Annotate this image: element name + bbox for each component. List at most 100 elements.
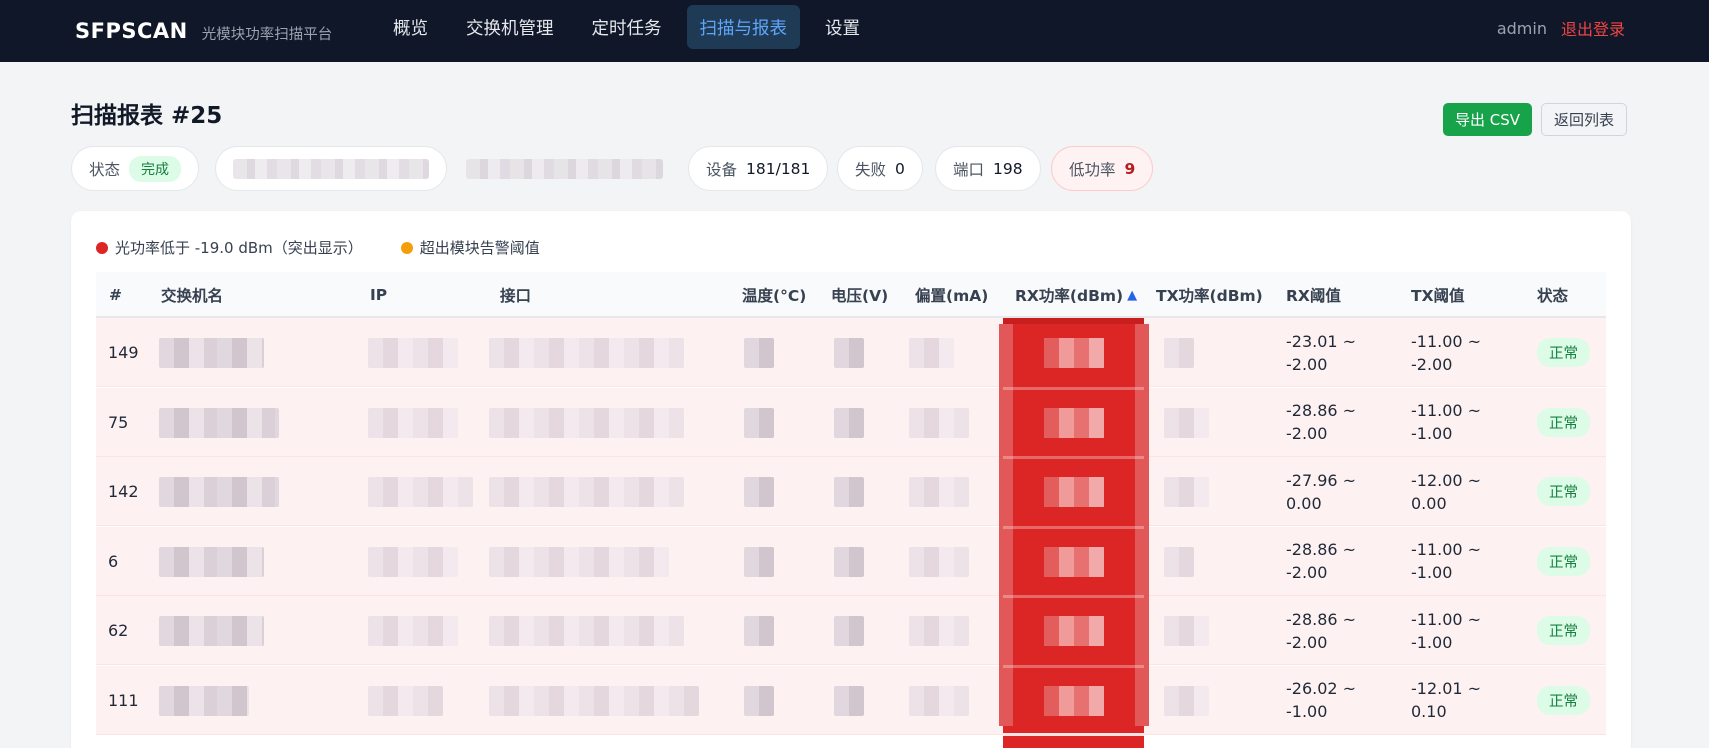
failed-value: 0: [895, 159, 905, 178]
lowpower-pill[interactable]: 低功率 9: [1051, 146, 1154, 191]
rx-threshold-min: -27.96 ~: [1286, 470, 1357, 490]
redacted-switch-name: [159, 477, 279, 507]
status-pill: 状态 完成: [71, 146, 200, 191]
rx-threshold-cell: -28.86 ~ -2.00: [1286, 388, 1356, 457]
table-row[interactable]: 111 -26.02 ~ -1.00 -12.01 ~ 0.10 正常: [96, 665, 1606, 735]
rx-threshold-cell: -26.02 ~ -1.00: [1286, 666, 1356, 735]
rx-threshold-max: -2.00: [1286, 632, 1328, 652]
redacted-temperature: [744, 685, 774, 716]
col-tx-power[interactable]: TX功率(dBm): [1156, 272, 1263, 318]
page-title: 扫描报表 #25: [71, 103, 223, 129]
col-voltage[interactable]: 电压(V): [831, 272, 888, 318]
col-status[interactable]: 状态: [1537, 272, 1568, 318]
redacted-rx-power: [1044, 407, 1104, 438]
legend-threshold: 超出模块告警阈值: [400, 237, 540, 258]
rx-threshold-min: -23.01 ~: [1286, 331, 1357, 351]
redacted-interface: [489, 685, 699, 716]
tx-threshold-min: -11.00 ~: [1411, 401, 1482, 420]
status-badge: 正常: [1537, 338, 1590, 367]
status-badge: 正常: [1537, 477, 1590, 506]
redacted-bias: [909, 338, 954, 368]
redacted-temperature: [744, 338, 774, 368]
status-cell: 正常: [1537, 318, 1590, 387]
nav-scheduled-tasks[interactable]: 定时任务: [579, 5, 675, 49]
redacted-tx-power: [1164, 616, 1209, 646]
redacted-switch-name: [159, 546, 264, 577]
redacted-interface: [489, 407, 684, 438]
tx-threshold-max: 0.00: [1411, 493, 1447, 513]
brand-name: SFPSCAN: [75, 19, 188, 43]
status-cell: 正常: [1537, 388, 1590, 457]
tx-threshold-max: -2.00: [1411, 354, 1453, 374]
col-temperature[interactable]: 温度(°C): [742, 272, 806, 318]
nav-settings[interactable]: 设置: [812, 5, 873, 49]
rx-threshold-max: -2.00: [1286, 354, 1328, 374]
rx-threshold-cell: -27.96 ~ 0.00: [1286, 457, 1356, 526]
tx-threshold-cell: -12.01 ~ 0.10: [1411, 666, 1481, 735]
tx-threshold-min: -11.00 ~: [1411, 609, 1482, 629]
redacted-switch-name: [159, 407, 279, 438]
redacted-ip: [368, 338, 458, 368]
legend: 光功率低于 -19.0 dBm（突出显示） 超出模块告警阈值: [96, 237, 540, 258]
status-badge: 正常: [1537, 546, 1590, 576]
nav-scans-reports[interactable]: 扫描与报表: [686, 5, 800, 49]
tx-threshold-max: -1.00: [1411, 632, 1453, 652]
table-row[interactable]: 149 -23.01 ~ -2.00 -11.00 ~ -2.00 正常: [96, 318, 1606, 387]
col-rx-threshold[interactable]: RX阈值: [1286, 272, 1341, 318]
legend-low-power: 光功率低于 -19.0 dBm（突出显示）: [96, 237, 363, 258]
ports-label: 端口: [953, 160, 985, 179]
ports-pill: 端口 198: [935, 146, 1041, 191]
orange-dot-icon: [400, 241, 413, 254]
nav-overview[interactable]: 概览: [380, 5, 441, 49]
redacted-voltage: [834, 616, 864, 646]
redacted-rx-power: [1044, 546, 1104, 577]
col-ip[interactable]: IP: [370, 272, 387, 318]
logout-link[interactable]: 退出登录: [1561, 16, 1625, 40]
col-bias[interactable]: 偏置(mA): [915, 272, 988, 318]
table-row[interactable]: 75 -28.86 ~ -2.00 -11.00 ~ -1.00 正常: [96, 387, 1606, 457]
col-switch-name[interactable]: 交换机名: [161, 272, 223, 318]
status-cell: 正常: [1537, 527, 1590, 596]
table-header: # 交换机名 IP 接口 温度(°C) 电压(V) 偏置(mA) RX功率(dB…: [96, 272, 1606, 318]
devices-pill: 设备 181/181: [688, 146, 829, 191]
redacted-bias: [909, 616, 969, 646]
redacted-bias: [909, 477, 969, 507]
status-cell: 正常: [1537, 596, 1590, 665]
sort-ascending-icon: ▲: [1127, 287, 1138, 303]
table-row[interactable]: 62 -28.86 ~ -2.00 -11.00 ~ -1.00 正常: [96, 596, 1606, 665]
tx-threshold-max: -1.00: [1411, 563, 1453, 582]
redacted-switch-name: [159, 616, 264, 646]
redacted-interface: [489, 546, 669, 577]
col-rx-power[interactable]: RX功率(dBm) ▲: [1015, 272, 1137, 318]
redacted-voltage: [834, 477, 864, 507]
redacted-pill-2: [449, 146, 680, 191]
devices-value: 181/181: [746, 159, 811, 178]
redacted-rx-power: [1044, 477, 1104, 507]
redacted-pill: [215, 146, 447, 191]
export-csv-button[interactable]: 导出 CSV: [1443, 103, 1533, 136]
ports-value: 198: [993, 159, 1023, 178]
redacted-voltage: [834, 546, 864, 577]
back-to-list-button[interactable]: 返回列表: [1541, 103, 1628, 136]
rx-row-divider: [1003, 456, 1144, 459]
col-interface[interactable]: 接口: [500, 272, 531, 318]
table-row[interactable]: 6 -28.86 ~ -2.00 -11.00 ~ -1.00 正常: [96, 526, 1606, 596]
redacted-tx-power: [1164, 407, 1209, 438]
redacted-voltage: [834, 407, 864, 438]
col-tx-threshold[interactable]: TX阈值: [1411, 272, 1465, 318]
redacted-tx-power: [1164, 685, 1209, 716]
row-index: 62: [108, 621, 129, 640]
redacted-bias: [909, 546, 969, 577]
table-row[interactable]: 142 -27.96 ~ 0.00 -12.00 ~ 0.00 正常: [96, 457, 1606, 526]
col-index[interactable]: #: [109, 272, 122, 318]
redacted-temperature: [744, 477, 774, 507]
rx-row-divider: [1003, 595, 1144, 598]
row-index: 142: [108, 482, 139, 501]
main-nav: 概览 交换机管理 定时任务 扫描与报表 设置: [380, 5, 873, 49]
brand[interactable]: SFPSCAN 光模块功率扫描平台: [75, 0, 332, 62]
nav-switch-management[interactable]: 交换机管理: [453, 5, 567, 49]
lowpower-label: 低功率: [1069, 160, 1116, 179]
redacted-temperature: [744, 616, 774, 646]
redacted-tx-power: [1164, 338, 1194, 368]
legend-threshold-label: 超出模块告警阈值: [419, 239, 540, 257]
